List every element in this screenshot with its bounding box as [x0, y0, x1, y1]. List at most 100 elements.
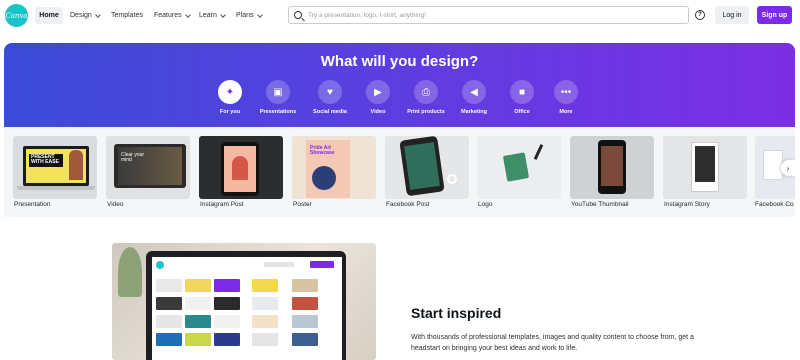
- design-card-label: Instagram Post: [200, 201, 244, 208]
- hero-title: What will you design?: [320, 53, 479, 70]
- printer-icon: ⎙: [414, 80, 438, 104]
- sparkle-icon: ✦: [218, 80, 242, 104]
- category-label: Marketing: [461, 109, 487, 115]
- thumbnail-text: Clear your mind: [121, 152, 145, 164]
- laptop-base: [17, 186, 95, 190]
- template-tile: [185, 279, 211, 292]
- carousel-next-button[interactable]: ›: [781, 160, 795, 176]
- chevron-down-icon: [220, 11, 226, 18]
- presentation-icon: ▣: [266, 80, 290, 104]
- nav-design-label: Design: [70, 12, 92, 19]
- design-card-label: Poster: [293, 201, 312, 208]
- template-tile: [156, 297, 182, 310]
- section-description: With thousands of professional templates…: [411, 334, 694, 352]
- category-label: Print products: [407, 109, 445, 115]
- template-tile: [214, 297, 240, 310]
- nav-home[interactable]: Home: [35, 7, 63, 24]
- design-card-instagram-story[interactable]: [663, 136, 747, 199]
- heart-chat-icon: ♥: [318, 80, 342, 104]
- create-design-button: [310, 261, 334, 268]
- canva-dashboard-preview: [152, 257, 342, 360]
- category-label: For you: [219, 109, 241, 115]
- briefcase-icon: ■: [510, 80, 534, 104]
- design-card-label: Facebook Post: [386, 201, 430, 208]
- category-presentations[interactable]: ▣ Presentations: [248, 80, 308, 115]
- design-card-logo[interactable]: [477, 136, 561, 199]
- megaphone-icon: ◀: [462, 80, 486, 104]
- section-title: Start inspired: [411, 305, 502, 321]
- design-card-label: Video: [107, 201, 124, 208]
- design-card-label: YouTube Thumbnail: [571, 201, 629, 208]
- signup-button[interactable]: Sign up: [757, 6, 792, 24]
- design-card-presentation[interactable]: PRESENT WITH EASE: [13, 136, 97, 199]
- category-label: Presentations: [259, 109, 297, 115]
- chevron-down-icon: [94, 11, 101, 18]
- design-card-youtube-thumbnail[interactable]: [570, 136, 654, 199]
- facebook-cover-thumbnail: [763, 150, 783, 180]
- template-tile: [292, 297, 318, 310]
- template-tile: [252, 315, 278, 328]
- category-more[interactable]: ••• More: [536, 80, 596, 115]
- video-camera-icon: ▶: [366, 80, 390, 104]
- design-type-carousel: PRESENT WITH EASE Presentation Clear you…: [4, 127, 795, 217]
- login-button[interactable]: Log in: [715, 6, 749, 24]
- template-tile: [185, 297, 211, 310]
- plant-image: [118, 247, 142, 297]
- nav-plans[interactable]: Plans: [236, 7, 263, 24]
- category-label: Video: [370, 109, 386, 115]
- more-dots-icon: •••: [554, 80, 578, 104]
- category-label: Office: [514, 109, 530, 115]
- template-tile: [292, 279, 318, 292]
- help-icon[interactable]: ?: [695, 10, 705, 20]
- template-tile: [214, 279, 240, 292]
- template-tile: [292, 333, 318, 346]
- chevron-down-icon: [184, 11, 191, 18]
- pen-image: [533, 144, 544, 160]
- nav-templates[interactable]: Templates: [111, 7, 143, 24]
- canva-logo[interactable]: Canva: [5, 4, 28, 27]
- thumbnail-text: PRESENT WITH EASE: [29, 154, 63, 167]
- start-inspired-image: [112, 243, 376, 360]
- category-label: More: [559, 109, 573, 115]
- template-tile: [156, 333, 182, 346]
- nav-templates-label: Templates: [111, 12, 143, 19]
- facebook-post-thumbnail: [404, 142, 440, 190]
- design-card-poster[interactable]: Pride Art Showcase: [292, 136, 376, 199]
- nav-learn[interactable]: Learn: [199, 7, 226, 24]
- search-input: [264, 262, 294, 267]
- template-tile: [252, 333, 278, 346]
- chevron-right-icon: ›: [786, 163, 790, 173]
- design-card-label: Logo: [478, 201, 493, 208]
- search-bar[interactable]: [288, 6, 689, 24]
- nav-plans-label: Plans: [236, 12, 254, 19]
- nav-design[interactable]: Design: [70, 7, 101, 24]
- template-tile: [292, 315, 318, 328]
- search-icon: [294, 11, 302, 19]
- chevron-down-icon: [256, 11, 263, 18]
- earbuds-image: [447, 174, 457, 184]
- category-label: Social media: [313, 109, 347, 115]
- design-card-instagram-post[interactable]: [199, 136, 283, 199]
- nav-home-label: Home: [39, 12, 59, 19]
- nav-features[interactable]: Features: [154, 7, 191, 24]
- instagram-story-thumbnail: [695, 146, 715, 182]
- thumbnail-text: Pride Art Showcase: [310, 145, 335, 157]
- search-input[interactable]: [308, 11, 678, 19]
- design-card-label: Instagram Story: [664, 201, 710, 208]
- template-tile: [185, 315, 211, 328]
- person-image: [69, 150, 83, 180]
- template-tile: [214, 333, 240, 346]
- template-tile: [185, 333, 211, 346]
- canva-logo: [156, 261, 164, 269]
- template-tile: [156, 279, 182, 292]
- template-tile: [252, 297, 278, 310]
- design-card-facebook-post[interactable]: [385, 136, 469, 199]
- nav-learn-label: Learn: [199, 12, 217, 19]
- template-tile: [252, 279, 278, 292]
- design-card-video[interactable]: Clear your mind: [106, 136, 190, 199]
- poster-shape: [312, 166, 336, 190]
- youtube-thumbnail: [601, 146, 623, 186]
- design-card-label: Presentation: [14, 201, 51, 208]
- hero-banner: What will you design? ✦ For you ▣ Presen…: [4, 43, 795, 127]
- logo-thumbnail: [502, 152, 530, 182]
